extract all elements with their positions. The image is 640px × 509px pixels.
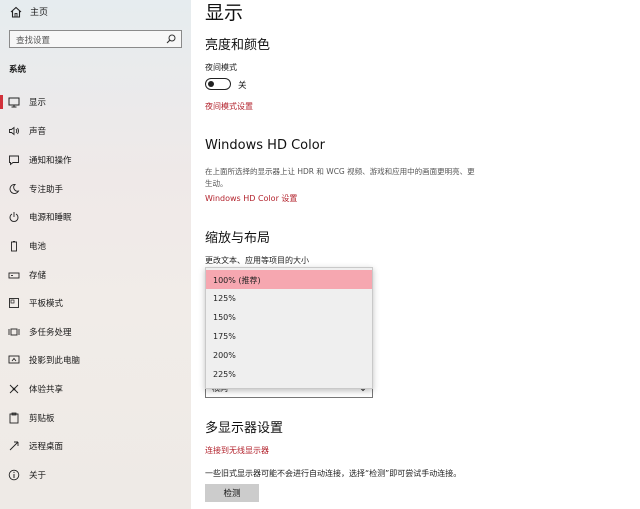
sidebar-item-label: 声音 (29, 127, 47, 137)
sidebar-item-project[interactable]: 投影到此电脑 (0, 350, 191, 370)
night-mode-toggle[interactable] (205, 78, 231, 90)
info-icon (8, 469, 20, 481)
sidebar-item-notifications[interactable]: 通知和操作 (0, 150, 191, 170)
hdr-heading: Windows HD Color (205, 138, 326, 153)
sidebar-item-remote-desktop[interactable]: 远程桌面 (0, 436, 191, 456)
sidebar-item-label: 平板模式 (29, 299, 64, 309)
settings-window: 主页 查找设置 系统 显示 声音 通知和操作 专注助手 电源和睡眠 电池 存储 … (0, 0, 640, 509)
scale-option-label: 100% (推荐) (213, 276, 261, 285)
share-icon (9, 384, 19, 394)
detect-note: 一些旧式显示器可能不会进行自动连接，选择“检测”即可尝试手动连接。 (205, 469, 462, 478)
sidebar-item-multitasking[interactable]: 多任务处理 (0, 322, 191, 342)
hdr-settings-link[interactable]: Windows HD Color 设置 (205, 193, 297, 204)
multi-display-heading: 多显示器设置 (205, 421, 284, 436)
sidebar-item-label: 剪贴板 (29, 414, 55, 424)
scale-option-label: 175% (213, 332, 236, 341)
sidebar-item-label: 远程桌面 (29, 442, 64, 452)
sidebar-item-shared-experiences[interactable]: 体验共享 (0, 379, 191, 399)
scale-option[interactable]: 175% (206, 327, 372, 346)
scale-option[interactable]: 200% (206, 346, 372, 365)
scale-heading: 缩放与布局 (205, 231, 271, 246)
speaker-icon (9, 126, 19, 136)
power-icon (9, 212, 19, 222)
monitor-icon (8, 97, 20, 108)
sidebar-item-label: 通知和操作 (29, 156, 72, 166)
clipboard-icon (9, 412, 19, 424)
sidebar-item-storage[interactable]: 存储 (0, 265, 191, 285)
scale-option[interactable]: 225% (206, 365, 372, 384)
page-title: 显示 (205, 2, 244, 24)
project-icon (8, 355, 20, 364)
toggle-state-label: 关 (238, 81, 247, 91)
scale-option-label: 225% (213, 370, 236, 379)
sidebar-item-label: 多任务处理 (29, 328, 72, 338)
sidebar-item-about[interactable]: 关于 (0, 465, 191, 485)
notification-icon (9, 155, 19, 166)
scale-option[interactable]: 150% (206, 308, 372, 327)
sidebar-item-display[interactable]: 显示 (0, 92, 191, 112)
scale-option[interactable]: 125% (206, 289, 372, 308)
main-content: 显示 亮度和颜色 夜间模式 关 夜间模式设置 Windows HD Color … (191, 0, 640, 509)
active-indicator (0, 95, 3, 109)
multitask-icon (8, 328, 20, 336)
hdr-description: 在上面所选择的显示器上让 HDR 和 WCG 视频、游戏和应用中的画面更明亮、更… (205, 167, 475, 188)
sidebar-item-label: 投影到此电脑 (29, 356, 81, 366)
section-label-system: 系统 (9, 65, 27, 75)
battery-icon (11, 241, 17, 252)
scale-dropdown-list: 100% (推荐) 125% 150% 175% 200% 225% (205, 267, 373, 389)
search-placeholder: 查找设置 (16, 36, 51, 46)
sidebar-item-battery[interactable]: 电池 (0, 236, 191, 256)
settings-search-input[interactable]: 查找设置 (9, 30, 182, 48)
sidebar-item-sound[interactable]: 声音 (0, 121, 191, 141)
night-mode-label: 夜间模式 (205, 63, 237, 72)
sidebar-item-label: 显示 (29, 98, 47, 108)
sidebar-item-power-sleep[interactable]: 电源和睡眠 (0, 207, 191, 227)
home-nav-item[interactable]: 主页 (0, 3, 191, 21)
sidebar-item-label: 存储 (29, 271, 47, 281)
night-mode-settings-link[interactable]: 夜间模式设置 (205, 101, 253, 112)
sidebar-item-label: 电池 (29, 242, 47, 252)
moon-icon (9, 184, 20, 194)
tablet-icon (9, 298, 19, 308)
wireless-display-link[interactable]: 连接到无线显示器 (205, 445, 269, 456)
sidebar-item-clipboard[interactable]: 剪贴板 (0, 408, 191, 428)
detect-button[interactable]: 检测 (205, 484, 259, 502)
home-label: 主页 (30, 8, 49, 18)
storage-icon (8, 272, 20, 279)
sidebar-item-label: 体验共享 (29, 385, 64, 395)
scale-option-label: 150% (213, 313, 236, 322)
sidebar-item-focus-assist[interactable]: 专注助手 (0, 179, 191, 199)
scale-option-label: 200% (213, 351, 236, 360)
sidebar: 主页 查找设置 系统 显示 声音 通知和操作 专注助手 电源和睡眠 电池 存储 … (0, 0, 191, 509)
home-icon (10, 6, 22, 18)
sidebar-item-label: 关于 (29, 471, 47, 481)
scale-option-label: 125% (213, 294, 236, 303)
sidebar-item-label: 电源和睡眠 (29, 213, 72, 223)
remote-icon (9, 441, 19, 451)
scale-option[interactable]: 100% (推荐) (206, 270, 372, 289)
scale-size-label: 更改文本、应用等项目的大小 (205, 256, 309, 265)
brightness-heading: 亮度和颜色 (205, 38, 271, 53)
toggle-knob (208, 80, 214, 87)
sidebar-item-tablet-mode[interactable]: 平板模式 (0, 293, 191, 313)
search-icon[interactable] (166, 34, 176, 44)
sidebar-item-label: 专注助手 (29, 185, 64, 195)
